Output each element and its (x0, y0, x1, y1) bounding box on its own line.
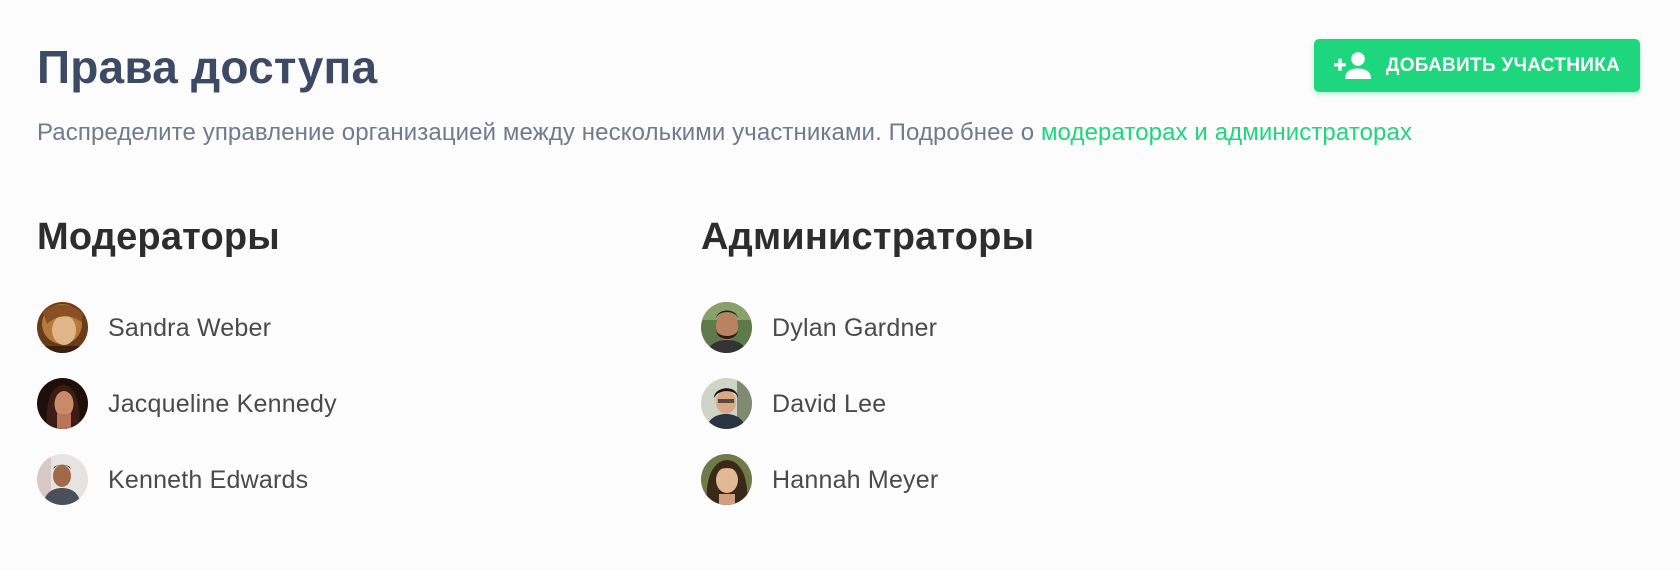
add-member-button[interactable]: ДОБАВИТЬ УЧАСТНИКА (1314, 39, 1640, 92)
avatar (701, 302, 752, 353)
subtitle-text: Распределите управление организацией меж… (37, 119, 1041, 146)
roles-info-link[interactable]: модераторах и администраторах (1041, 119, 1412, 146)
member-name: Kenneth Edwards (108, 465, 309, 494)
list-item[interactable]: Hannah Meyer (701, 454, 1034, 505)
avatar (37, 454, 88, 505)
admins-list: Dylan Gardner David Lee Hannah Meyer (701, 302, 1034, 505)
avatar (37, 302, 88, 353)
moderators-title: Модераторы (37, 216, 280, 258)
moderators-list: Sandra Weber Jacqueline Kennedy Kenneth … (37, 302, 337, 505)
member-name: Jacqueline Kennedy (108, 389, 337, 418)
list-item[interactable]: Sandra Weber (37, 302, 337, 353)
admins-title: Администраторы (701, 216, 1035, 258)
member-name: Sandra Weber (108, 313, 272, 342)
person-add-icon (1333, 51, 1374, 81)
list-item[interactable]: Jacqueline Kennedy (37, 378, 337, 429)
page-subtitle: Распределите управление организацией меж… (37, 116, 1412, 150)
avatar (37, 378, 88, 429)
page-title: Права доступа (37, 41, 378, 93)
member-name: David Lee (772, 389, 887, 418)
moderators-section: Модераторы Sandra Weber Jacqueline Kenne… (37, 208, 337, 530)
member-name: Hannah Meyer (772, 465, 939, 494)
avatar (701, 378, 752, 429)
list-item[interactable]: David Lee (701, 378, 1034, 429)
list-item[interactable]: Kenneth Edwards (37, 454, 337, 505)
member-name: Dylan Gardner (772, 313, 938, 342)
list-item[interactable]: Dylan Gardner (701, 302, 1034, 353)
add-member-label: ДОБАВИТЬ УЧАСТНИКА (1385, 54, 1621, 76)
admins-section: Администраторы Dylan Gardner David Lee H… (701, 208, 1034, 530)
avatar (701, 454, 752, 505)
